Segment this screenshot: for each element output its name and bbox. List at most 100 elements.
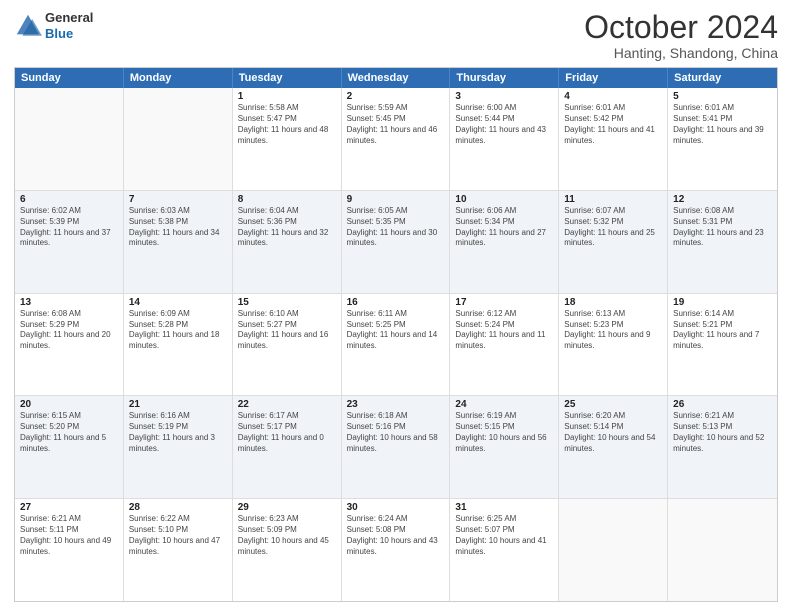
- day-number: 8: [238, 194, 336, 205]
- header-monday: Monday: [124, 68, 233, 88]
- calendar-row-2: 13Sunrise: 6:08 AMSunset: 5:29 PMDayligh…: [15, 294, 777, 397]
- day-number: 7: [129, 194, 227, 205]
- cell-text: Sunrise: 6:08 AMSunset: 5:31 PMDaylight:…: [673, 206, 772, 249]
- day-number: 29: [238, 502, 336, 513]
- cell-text: Sunrise: 6:15 AMSunset: 5:20 PMDaylight:…: [20, 411, 118, 454]
- cell-text: Sunrise: 6:24 AMSunset: 5:08 PMDaylight:…: [347, 514, 445, 557]
- day-number: 28: [129, 502, 227, 513]
- cal-cell-0-5: 4Sunrise: 6:01 AMSunset: 5:42 PMDaylight…: [559, 88, 668, 190]
- cal-cell-2-0: 13Sunrise: 6:08 AMSunset: 5:29 PMDayligh…: [15, 294, 124, 396]
- day-number: 26: [673, 399, 772, 410]
- day-number: 4: [564, 91, 662, 102]
- calendar-row-1: 6Sunrise: 6:02 AMSunset: 5:39 PMDaylight…: [15, 191, 777, 294]
- cal-cell-1-0: 6Sunrise: 6:02 AMSunset: 5:39 PMDaylight…: [15, 191, 124, 293]
- day-number: 2: [347, 91, 445, 102]
- cell-text: Sunrise: 6:02 AMSunset: 5:39 PMDaylight:…: [20, 206, 118, 249]
- cal-cell-3-1: 21Sunrise: 6:16 AMSunset: 5:19 PMDayligh…: [124, 396, 233, 498]
- cal-cell-2-6: 19Sunrise: 6:14 AMSunset: 5:21 PMDayligh…: [668, 294, 777, 396]
- cell-text: Sunrise: 6:18 AMSunset: 5:16 PMDaylight:…: [347, 411, 445, 454]
- cal-cell-0-2: 1Sunrise: 5:58 AMSunset: 5:47 PMDaylight…: [233, 88, 342, 190]
- calendar: Sunday Monday Tuesday Wednesday Thursday…: [14, 67, 778, 602]
- day-number: 27: [20, 502, 118, 513]
- cal-cell-0-6: 5Sunrise: 6:01 AMSunset: 5:41 PMDaylight…: [668, 88, 777, 190]
- day-number: 6: [20, 194, 118, 205]
- day-number: 21: [129, 399, 227, 410]
- day-number: 11: [564, 194, 662, 205]
- cell-text: Sunrise: 6:12 AMSunset: 5:24 PMDaylight:…: [455, 309, 553, 352]
- day-number: 12: [673, 194, 772, 205]
- header-sunday: Sunday: [15, 68, 124, 88]
- cal-cell-2-1: 14Sunrise: 6:09 AMSunset: 5:28 PMDayligh…: [124, 294, 233, 396]
- logo-area: General Blue: [14, 10, 93, 41]
- cal-cell-2-4: 17Sunrise: 6:12 AMSunset: 5:24 PMDayligh…: [450, 294, 559, 396]
- calendar-row-4: 27Sunrise: 6:21 AMSunset: 5:11 PMDayligh…: [15, 499, 777, 601]
- header: General Blue October 2024 Hanting, Shand…: [14, 10, 778, 61]
- cell-text: Sunrise: 6:22 AMSunset: 5:10 PMDaylight:…: [129, 514, 227, 557]
- day-number: 5: [673, 91, 772, 102]
- day-number: 31: [455, 502, 553, 513]
- cell-text: Sunrise: 6:21 AMSunset: 5:11 PMDaylight:…: [20, 514, 118, 557]
- calendar-row-3: 20Sunrise: 6:15 AMSunset: 5:20 PMDayligh…: [15, 396, 777, 499]
- cal-cell-1-2: 8Sunrise: 6:04 AMSunset: 5:36 PMDaylight…: [233, 191, 342, 293]
- cell-text: Sunrise: 6:19 AMSunset: 5:15 PMDaylight:…: [455, 411, 553, 454]
- cell-text: Sunrise: 6:21 AMSunset: 5:13 PMDaylight:…: [673, 411, 772, 454]
- cal-cell-4-5: [559, 499, 668, 601]
- cal-cell-4-1: 28Sunrise: 6:22 AMSunset: 5:10 PMDayligh…: [124, 499, 233, 601]
- cal-cell-2-2: 15Sunrise: 6:10 AMSunset: 5:27 PMDayligh…: [233, 294, 342, 396]
- cell-text: Sunrise: 6:10 AMSunset: 5:27 PMDaylight:…: [238, 309, 336, 352]
- cal-cell-0-4: 3Sunrise: 6:00 AMSunset: 5:44 PMDaylight…: [450, 88, 559, 190]
- cal-cell-4-6: [668, 499, 777, 601]
- day-number: 10: [455, 194, 553, 205]
- cell-text: Sunrise: 6:14 AMSunset: 5:21 PMDaylight:…: [673, 309, 772, 352]
- cal-cell-3-2: 22Sunrise: 6:17 AMSunset: 5:17 PMDayligh…: [233, 396, 342, 498]
- cell-text: Sunrise: 6:13 AMSunset: 5:23 PMDaylight:…: [564, 309, 662, 352]
- cell-text: Sunrise: 6:06 AMSunset: 5:34 PMDaylight:…: [455, 206, 553, 249]
- header-saturday: Saturday: [668, 68, 777, 88]
- cal-cell-3-0: 20Sunrise: 6:15 AMSunset: 5:20 PMDayligh…: [15, 396, 124, 498]
- day-number: 3: [455, 91, 553, 102]
- cell-text: Sunrise: 5:58 AMSunset: 5:47 PMDaylight:…: [238, 103, 336, 146]
- day-number: 18: [564, 297, 662, 308]
- cal-cell-3-6: 26Sunrise: 6:21 AMSunset: 5:13 PMDayligh…: [668, 396, 777, 498]
- cal-cell-3-4: 24Sunrise: 6:19 AMSunset: 5:15 PMDayligh…: [450, 396, 559, 498]
- cal-cell-4-0: 27Sunrise: 6:21 AMSunset: 5:11 PMDayligh…: [15, 499, 124, 601]
- day-number: 13: [20, 297, 118, 308]
- cal-cell-3-3: 23Sunrise: 6:18 AMSunset: 5:16 PMDayligh…: [342, 396, 451, 498]
- cell-text: Sunrise: 6:16 AMSunset: 5:19 PMDaylight:…: [129, 411, 227, 454]
- cal-cell-4-4: 31Sunrise: 6:25 AMSunset: 5:07 PMDayligh…: [450, 499, 559, 601]
- header-wednesday: Wednesday: [342, 68, 451, 88]
- day-number: 19: [673, 297, 772, 308]
- cell-text: Sunrise: 6:25 AMSunset: 5:07 PMDaylight:…: [455, 514, 553, 557]
- logo-blue: Blue: [45, 26, 73, 41]
- cell-text: Sunrise: 5:59 AMSunset: 5:45 PMDaylight:…: [347, 103, 445, 146]
- cal-cell-2-5: 18Sunrise: 6:13 AMSunset: 5:23 PMDayligh…: [559, 294, 668, 396]
- cell-text: Sunrise: 6:01 AMSunset: 5:42 PMDaylight:…: [564, 103, 662, 146]
- cal-cell-2-3: 16Sunrise: 6:11 AMSunset: 5:25 PMDayligh…: [342, 294, 451, 396]
- cal-cell-0-0: [15, 88, 124, 190]
- header-friday: Friday: [559, 68, 668, 88]
- day-number: 16: [347, 297, 445, 308]
- cal-cell-1-4: 10Sunrise: 6:06 AMSunset: 5:34 PMDayligh…: [450, 191, 559, 293]
- header-tuesday: Tuesday: [233, 68, 342, 88]
- month-title: October 2024: [584, 10, 778, 45]
- cell-text: Sunrise: 6:07 AMSunset: 5:32 PMDaylight:…: [564, 206, 662, 249]
- day-number: 15: [238, 297, 336, 308]
- logo-text: General Blue: [45, 10, 93, 41]
- cell-text: Sunrise: 6:04 AMSunset: 5:36 PMDaylight:…: [238, 206, 336, 249]
- calendar-body: 1Sunrise: 5:58 AMSunset: 5:47 PMDaylight…: [15, 88, 777, 601]
- cell-text: Sunrise: 6:09 AMSunset: 5:28 PMDaylight:…: [129, 309, 227, 352]
- calendar-header: Sunday Monday Tuesday Wednesday Thursday…: [15, 68, 777, 88]
- cell-text: Sunrise: 6:11 AMSunset: 5:25 PMDaylight:…: [347, 309, 445, 352]
- location: Hanting, Shandong, China: [584, 45, 778, 61]
- cal-cell-4-2: 29Sunrise: 6:23 AMSunset: 5:09 PMDayligh…: [233, 499, 342, 601]
- cal-cell-1-5: 11Sunrise: 6:07 AMSunset: 5:32 PMDayligh…: [559, 191, 668, 293]
- page: General Blue October 2024 Hanting, Shand…: [0, 0, 792, 612]
- cal-cell-1-6: 12Sunrise: 6:08 AMSunset: 5:31 PMDayligh…: [668, 191, 777, 293]
- day-number: 1: [238, 91, 336, 102]
- day-number: 25: [564, 399, 662, 410]
- cal-cell-4-3: 30Sunrise: 6:24 AMSunset: 5:08 PMDayligh…: [342, 499, 451, 601]
- cell-text: Sunrise: 6:23 AMSunset: 5:09 PMDaylight:…: [238, 514, 336, 557]
- day-number: 17: [455, 297, 553, 308]
- cal-cell-1-1: 7Sunrise: 6:03 AMSunset: 5:38 PMDaylight…: [124, 191, 233, 293]
- day-number: 9: [347, 194, 445, 205]
